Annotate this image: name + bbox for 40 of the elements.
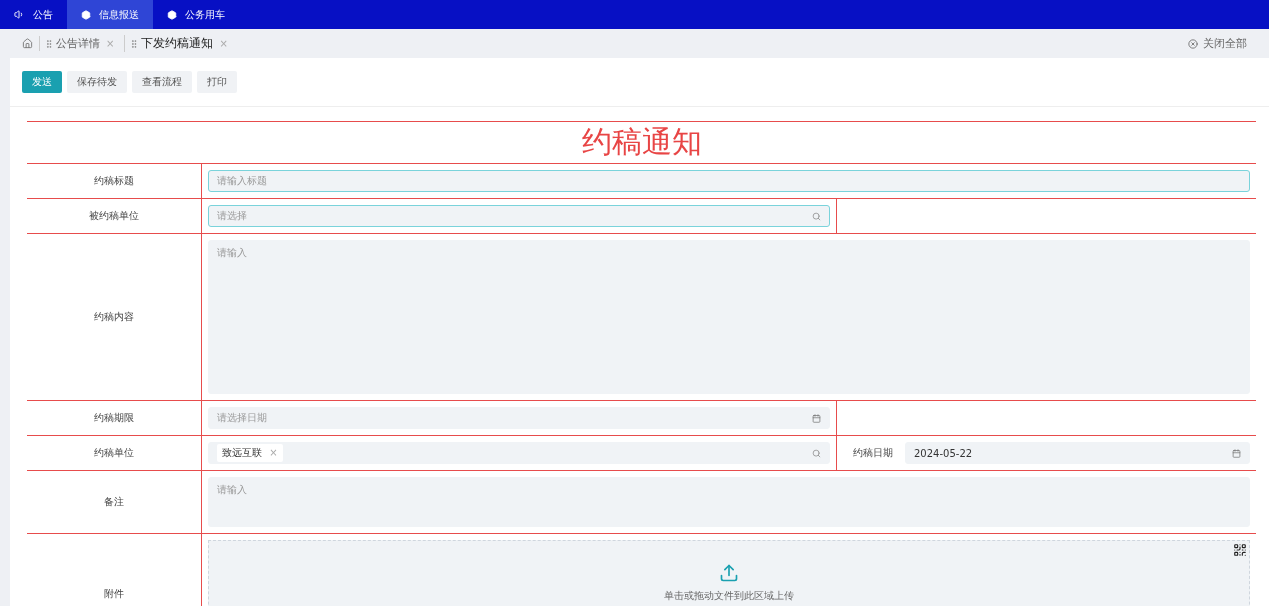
calendar-icon [812, 413, 821, 423]
field-label: 约稿期限 [27, 401, 202, 435]
selected-tag: 致远互联 × [217, 444, 283, 462]
field-placeholder: 请选择 [217, 209, 248, 223]
upload-hint: 单击或拖动文件到此区域上传 [664, 589, 794, 603]
upload-area[interactable]: 单击或拖动文件到此区域上传 [208, 540, 1250, 606]
close-all-button[interactable]: 关闭全部 [1188, 36, 1247, 51]
field-placeholder: 请输入 [217, 483, 248, 497]
field-label: 约稿日期 [852, 446, 894, 460]
search-icon [812, 448, 821, 458]
toolbar-button[interactable]: 保存待发 [67, 71, 127, 93]
field-label: 约稿单位 [27, 436, 202, 470]
speaker-icon [14, 9, 25, 20]
field-placeholder: 请选择日期 [217, 411, 268, 425]
form-title: 约稿通知 [27, 122, 1256, 164]
field-label: 备注 [27, 471, 202, 533]
date-field[interactable]: 2024-05-22 [905, 442, 1250, 464]
field-label: 约稿标题 [27, 164, 202, 198]
search-icon [812, 211, 821, 221]
page-tab[interactable]: 公告详情 × [39, 36, 119, 51]
field-placeholder: 请输入标题 [217, 174, 268, 188]
qr-code-icon [1233, 543, 1247, 557]
calendar-icon [1232, 448, 1241, 458]
nav-tab[interactable]: 公告 [0, 0, 67, 29]
hexagon-icon [81, 9, 91, 20]
toolbar-button[interactable]: 查看流程 [132, 71, 192, 93]
field-label: 被约稿单位 [27, 199, 202, 233]
nav-tab[interactable]: 信息报送 [67, 0, 153, 29]
hexagon-icon [167, 9, 177, 20]
toolbar-button[interactable]: 打印 [197, 71, 237, 93]
field-label: 附件 [27, 534, 202, 606]
home-icon [22, 38, 33, 49]
field-label: 约稿内容 [27, 234, 202, 400]
close-circle-icon [1188, 38, 1198, 49]
grip-icon [44, 38, 54, 49]
page-tab[interactable]: 下发约稿通知 × [124, 35, 232, 52]
field-placeholder: 请输入 [217, 246, 248, 260]
nav-tab[interactable]: 公务用车 [153, 0, 239, 29]
select-field[interactable]: 致远互联 × [208, 442, 830, 464]
upload-icon [719, 563, 739, 583]
